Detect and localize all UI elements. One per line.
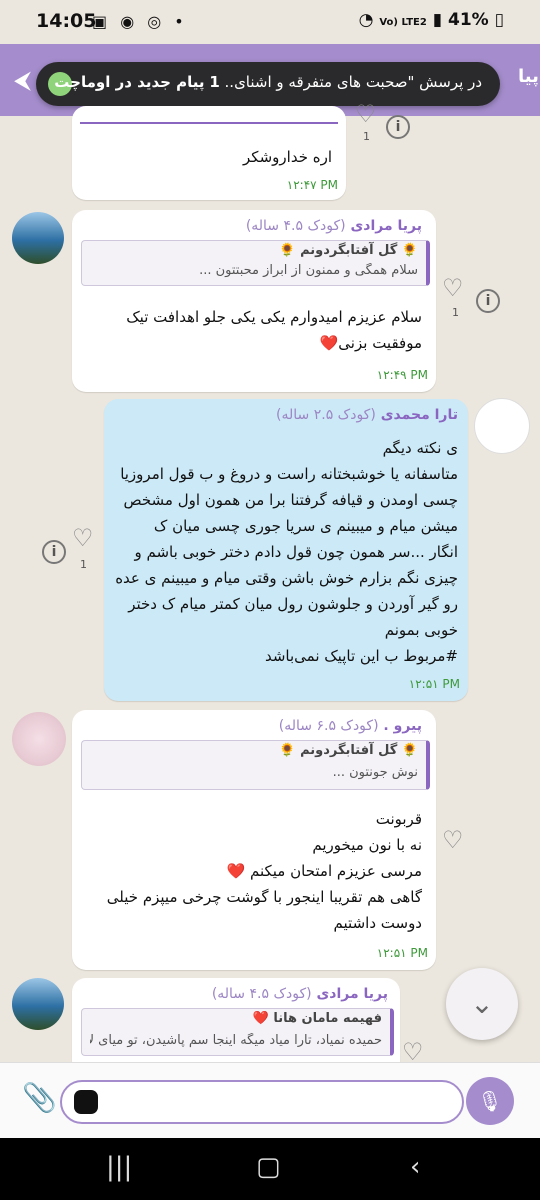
- message-input-bar: 📎 🎙: [0, 1062, 540, 1139]
- message-bubble[interactable]: پریا مرادی (کودک ۴.۵ ساله) 🌻 گل آفتابگرد…: [72, 210, 436, 392]
- info-icon[interactable]: i: [476, 289, 500, 313]
- message-time: ۱۲:۵۱ PM: [376, 946, 428, 960]
- sender-name: تارا محمدی (کودک ۲.۵ ساله): [276, 407, 458, 423]
- message-line: گاهی هم تقریبا اینجور با گوشت چرخی میپزم…: [106, 888, 422, 906]
- message-time: ۱۲:۵۱ PM: [408, 677, 460, 691]
- message-bubble[interactable]: پیرو . (کودک ۶.۵ ساله) 🌻 گل آفتابگردونم …: [72, 710, 436, 970]
- avatar[interactable]: [474, 398, 530, 454]
- reply-text: سلام همگی و ممنون از ابراز محبتتون ...: [199, 263, 418, 278]
- info-icon[interactable]: i: [42, 540, 66, 564]
- avatar[interactable]: [12, 212, 64, 264]
- sender-name: پریا مرادی (کودک ۴.۵ ساله): [246, 218, 422, 234]
- message-line: نه با نون میخوریم: [312, 836, 422, 854]
- reply-name: 🌻 گل آفتابگردونم 🌻: [279, 243, 418, 258]
- message-line: انگار ...سر همون چون قول دادم دختر خوبی …: [134, 543, 458, 561]
- system-nav-bar: ||| ▢ ‹: [0, 1138, 540, 1200]
- recent-apps-icon[interactable]: |||: [106, 1152, 132, 1182]
- message-lines: ی نکته دیگم متاسفانه یا خوشبختانه راست و…: [110, 435, 458, 669]
- message-input[interactable]: [60, 1080, 464, 1124]
- message-line: مرسی عزیزم امتحان میکنم ❤️: [226, 862, 422, 880]
- sender-name-text: پریا مرادی: [350, 218, 422, 234]
- sender-tag: (کودک ۲.۵ ساله): [276, 407, 376, 423]
- message-line: چیزی نگم بزارم خوش باشن وقتی میام و میبی…: [115, 569, 458, 587]
- reply-preview[interactable]: فهیمه مامان هانا ❤️ حمیده نمیاد، تارا می…: [81, 1008, 394, 1056]
- avatar[interactable]: [12, 978, 64, 1030]
- paperclip-icon[interactable]: 📎: [22, 1081, 57, 1114]
- message-line: قربونت: [375, 810, 422, 828]
- like-count: 1: [363, 130, 370, 143]
- reply-name: 🌻 گل آفتابگردونم 🌻: [279, 743, 418, 758]
- sender-name-text: پریا مرادی: [316, 986, 388, 1002]
- sender-tag: (کودک ۶.۵ ساله): [278, 718, 379, 734]
- home-icon[interactable]: ▢: [256, 1152, 281, 1182]
- message-line: خوبی بمونم: [384, 621, 458, 639]
- reply-text: نوش جونتون ...: [332, 765, 418, 780]
- microphone-icon[interactable]: 🎙: [466, 1077, 514, 1125]
- reply-text: حمیده نمیاد، تارا میاد میگه اینجا سم پاش…: [90, 1033, 382, 1048]
- back-nav-icon[interactable]: ‹: [410, 1152, 420, 1182]
- heart-icon[interactable]: ♡: [355, 100, 377, 128]
- sticker-icon[interactable]: [74, 1090, 98, 1114]
- message-bubble[interactable]: اره خداروشکر ۱۲:۴۷ PM: [72, 106, 346, 200]
- message-line: میشن میام و میبینم ی سریا جوری چسی میان …: [153, 517, 458, 535]
- heart-icon[interactable]: ♡: [402, 1038, 424, 1062]
- message-bubble[interactable]: تارا محمدی (کودک ۲.۵ ساله) ی نکته دیگم م…: [104, 399, 468, 701]
- message-line: ی نکته دیگم: [382, 439, 458, 457]
- sender-name-text: پیرو .: [383, 718, 422, 734]
- message-text: اره خداروشکر: [243, 148, 332, 166]
- sender-name-text: تارا محمدی: [380, 407, 458, 423]
- message-lines: قربونت نه با نون میخوریم مرسی عزیزم امتح…: [84, 806, 422, 936]
- like-count: 1: [80, 558, 87, 571]
- message-line: دوست داشتیم: [333, 914, 422, 932]
- info-icon[interactable]: i: [386, 115, 410, 139]
- message-bubble[interactable]: پریا مرادی (کودک ۴.۵ ساله) فهیمه مامان ه…: [72, 978, 400, 1062]
- sender-tag: (کودک ۴.۵ ساله): [211, 986, 312, 1002]
- heart-icon[interactable]: ♡: [442, 826, 464, 854]
- message-text: سلام عزیزم امیدوارم یکی یکی جلو اهدافت ت…: [126, 308, 422, 352]
- heart-icon[interactable]: ♡: [442, 274, 464, 302]
- sender-name: پریا مرادی (کودک ۴.۵ ساله): [212, 986, 388, 1002]
- reply-preview[interactable]: 🌻 گل آفتابگردونم 🌻 سلام همگی و ممنون از …: [81, 240, 430, 286]
- message-line: رو گیر آوردن و جلوشون رول میان کمتر میام…: [128, 595, 458, 613]
- heart-icon[interactable]: ♡: [72, 524, 94, 552]
- sender-name: پیرو . (کودک ۶.۵ ساله): [279, 718, 422, 734]
- chat-area[interactable]: اره خداروشکر ۱۲:۴۷ PM i ♡ 1 پریا مرادی (…: [0, 0, 540, 1062]
- message-line: چسی اومدن و قیافه گرفتنا برا من همون اول…: [123, 491, 458, 509]
- reply-name: فهیمه مامان هانا ❤️: [252, 1011, 382, 1026]
- like-count: 1: [452, 306, 459, 319]
- chevron-down-icon[interactable]: ⌄: [446, 968, 518, 1040]
- sender-tag: (کودک ۴.۵ ساله): [245, 218, 346, 234]
- message-time: ۱۲:۴۷ PM: [286, 178, 338, 192]
- avatar[interactable]: [12, 712, 66, 766]
- reply-preview-edge: [80, 114, 338, 124]
- reply-preview[interactable]: 🌻 گل آفتابگردونم 🌻 نوش جونتون ...: [81, 740, 430, 790]
- message-line: #مربوط ب این تاپیک نمی‌باشد: [264, 647, 458, 665]
- message-line: متاسفانه یا خوشبختانه راست و دروغ و ب قو…: [120, 465, 458, 483]
- message-time: ۱۲:۴۹ PM: [376, 368, 428, 382]
